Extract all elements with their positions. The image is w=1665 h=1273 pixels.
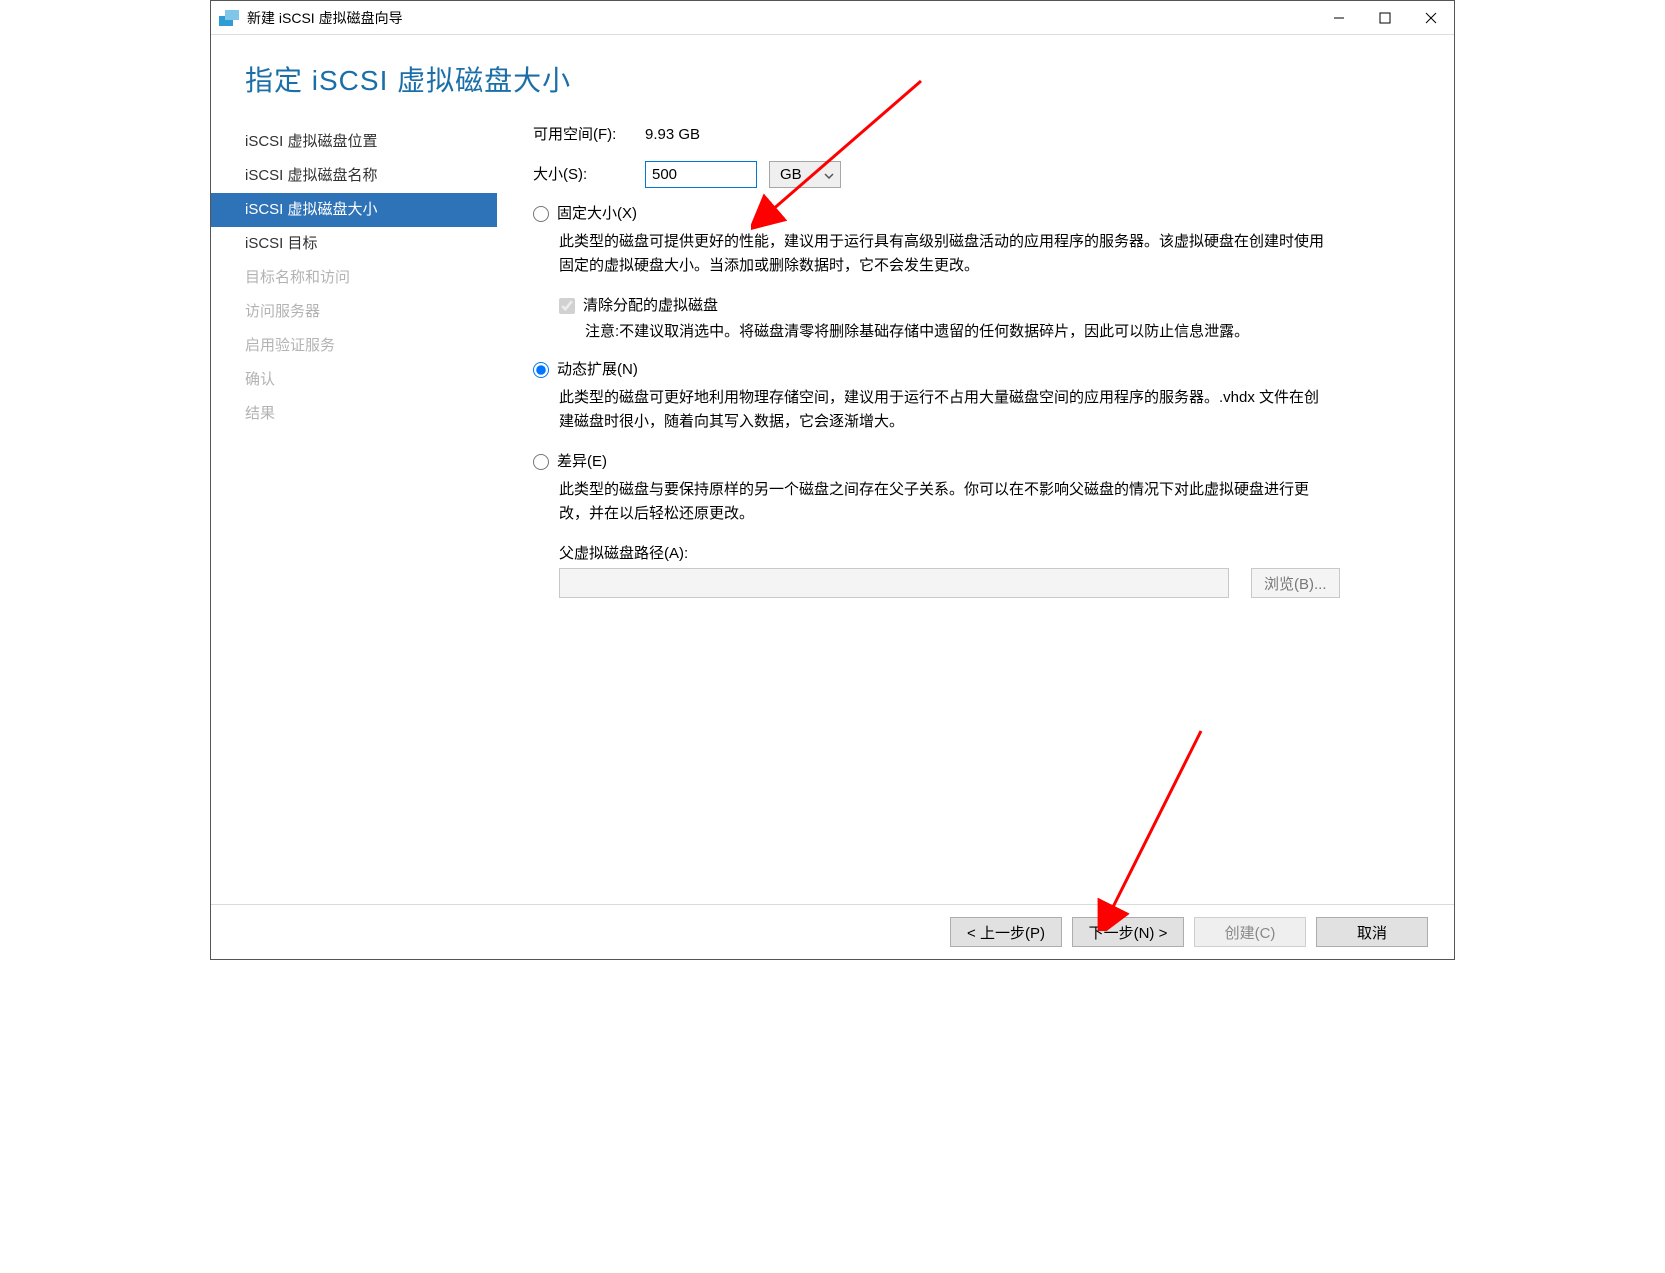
step-auth: 启用验证服务 [211,329,497,363]
parent-path-label: 父虚拟磁盘路径(A): [559,542,1432,566]
step-access-server: 访问服务器 [211,295,497,329]
unit-select[interactable]: GB [769,161,841,188]
next-button[interactable]: 下一步(N) > [1072,917,1184,947]
wizard-steps: iSCSI 虚拟磁盘位置 iSCSI 虚拟磁盘名称 iSCSI 虚拟磁盘大小 i… [211,115,497,904]
step-result: 结果 [211,397,497,431]
size-input[interactable] [645,161,757,188]
differencing-radio[interactable] [533,454,549,470]
clear-disk-checkbox [559,298,575,314]
step-target[interactable]: iSCSI 目标 [211,227,497,261]
app-icon [219,10,239,26]
minimize-button[interactable] [1316,1,1362,34]
page-header: 指定 iSCSI 虚拟磁盘大小 [211,35,1454,107]
fixed-size-description: 此类型的磁盘可提供更好的性能，建议用于运行具有高级别磁盘活动的应用程序的服务器。… [559,230,1329,278]
clear-disk-note: 注意:不建议取消选中。将磁盘清零将删除基础存储中遗留的任何数据碎片，因此可以防止… [585,320,1325,344]
step-location[interactable]: iSCSI 虚拟磁盘位置 [211,125,497,159]
page-title: 指定 iSCSI 虚拟磁盘大小 [245,59,1420,99]
browse-button: 浏览(B)... [1251,568,1340,598]
free-space-label: 可用空间(F): [533,123,645,147]
size-label: 大小(S): [533,163,645,187]
wizard-window: 新建 iSCSI 虚拟磁盘向导 指定 iSCSI 虚拟磁盘大小 iSCSI 虚拟… [210,0,1455,960]
dynamic-label: 动态扩展(N) [557,358,638,382]
maximize-button[interactable] [1362,1,1408,34]
title-bar: 新建 iSCSI 虚拟磁盘向导 [211,1,1454,35]
clear-disk-label: 清除分配的虚拟磁盘 [583,294,718,318]
window-title: 新建 iSCSI 虚拟磁盘向导 [247,8,403,28]
step-name[interactable]: iSCSI 虚拟磁盘名称 [211,159,497,193]
content-pane: 可用空间(F): 9.93 GB 大小(S): GB 固定大小(X) 此类型的磁… [497,115,1432,904]
unit-value: GB [780,163,802,187]
fixed-size-label: 固定大小(X) [557,202,637,226]
step-confirm: 确认 [211,363,497,397]
step-size[interactable]: iSCSI 虚拟磁盘大小 [211,193,497,227]
wizard-footer: < 上一步(P) 下一步(N) > 创建(C) 取消 [211,904,1454,959]
close-button[interactable] [1408,1,1454,34]
free-space-value: 9.93 GB [645,123,700,147]
create-button: 创建(C) [1194,917,1306,947]
differencing-label: 差异(E) [557,450,607,474]
step-target-name: 目标名称和访问 [211,261,497,295]
dynamic-radio[interactable] [533,362,549,378]
parent-path-input [559,568,1229,598]
chevron-down-icon [824,163,834,187]
dynamic-description: 此类型的磁盘可更好地利用物理存储空间，建议用于运行不占用大量磁盘空间的应用程序的… [559,386,1329,434]
fixed-size-radio[interactable] [533,206,549,222]
differencing-description: 此类型的磁盘与要保持原样的另一个磁盘之间存在父子关系。你可以在不影响父磁盘的情况… [559,478,1329,526]
cancel-button[interactable]: 取消 [1316,917,1428,947]
previous-button[interactable]: < 上一步(P) [950,917,1062,947]
